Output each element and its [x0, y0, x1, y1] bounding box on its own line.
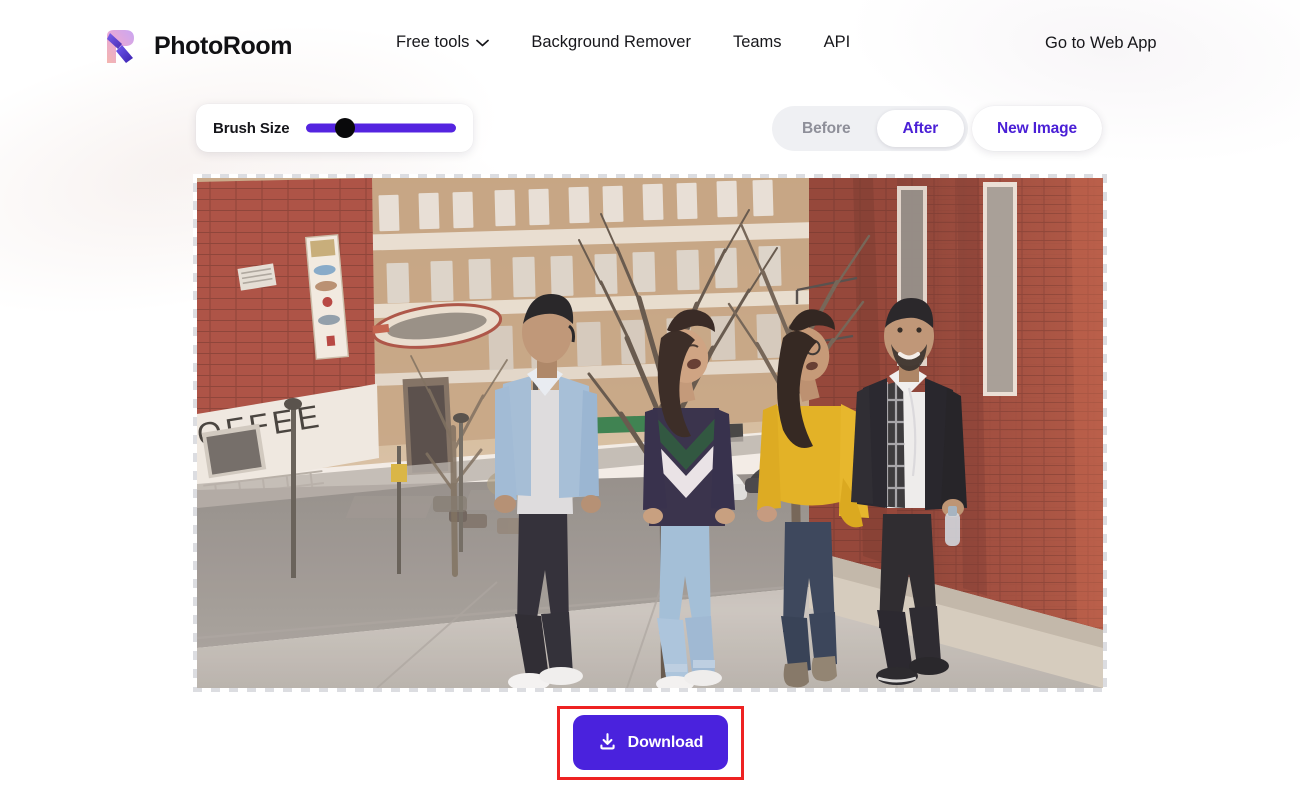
photoroom-r-logo-icon [98, 24, 142, 68]
before-after-toggle: Before After [772, 106, 969, 151]
result-photo[interactable]: OFFEE [197, 178, 1103, 688]
nav-label-background-remover: Background Remover [531, 33, 691, 51]
brush-size-slider[interactable] [305, 116, 456, 140]
nav-item-api[interactable]: API [824, 33, 851, 52]
site-header: PhotoRoom Free tools Background Remover … [0, 0, 1300, 92]
tab-after[interactable]: After [876, 110, 965, 147]
nav-item-teams[interactable]: Teams [733, 33, 782, 52]
main-navigation: Free tools Background Remover Teams API [396, 33, 850, 52]
image-canvas[interactable]: OFFEE [193, 174, 1107, 692]
nav-item-background-remover[interactable]: Background Remover [531, 33, 691, 52]
brand-logo-link[interactable]: PhotoRoom [98, 24, 292, 68]
brush-size-label: Brush Size [213, 119, 290, 137]
download-button-label: Download [627, 733, 704, 751]
chevron-down-icon [476, 33, 490, 52]
brush-size-slider-thumb[interactable] [334, 118, 355, 138]
nav-label-teams: Teams [732, 33, 782, 51]
new-image-button[interactable]: New Image [972, 106, 1103, 151]
nav-label-api: API [823, 33, 851, 51]
go-to-web-app-link[interactable]: Go to Web App [1045, 34, 1157, 53]
nav-label-free-tools: Free tools [396, 33, 470, 51]
tab-before[interactable]: Before [776, 110, 877, 147]
brush-size-panel: Brush Size [196, 104, 473, 152]
download-icon [598, 732, 617, 754]
brush-size-slider-track [305, 123, 456, 133]
nav-item-free-tools[interactable]: Free tools [396, 33, 490, 52]
page-root: PhotoRoom Free tools Background Remover … [0, 0, 1300, 801]
download-button[interactable]: Download [573, 715, 728, 770]
brand-name: PhotoRoom [154, 31, 293, 60]
